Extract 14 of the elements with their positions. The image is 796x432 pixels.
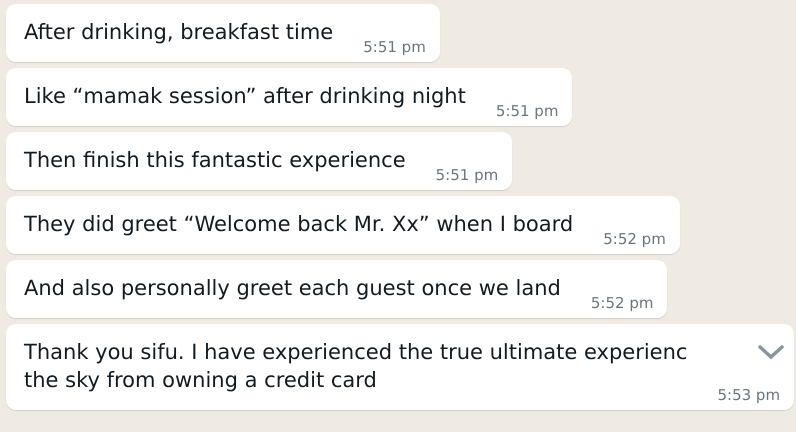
message-text: Thank you sifu. I have experienced the true ultimate experienc	[24, 339, 688, 366]
message-time: 5:53 pm	[717, 386, 780, 404]
message-text: They did greet “Welcome back Mr. Xx” when I board	[24, 211, 574, 238]
message-text: And also personally greet each guest once we land	[24, 275, 561, 302]
message-text: Like “mamak session” after drinking night	[24, 83, 466, 110]
message-time: 5:52 pm	[590, 294, 654, 312]
chevron-down-icon	[758, 344, 784, 360]
message-text: After drinking, breakfast time	[24, 19, 334, 46]
message-time: 5:51 pm	[496, 102, 558, 120]
message-time: 5:52 pm	[603, 230, 666, 248]
message-time: 5:51 pm	[436, 166, 498, 184]
message-text: Then finish this fantastic experience	[24, 147, 406, 174]
message-time: 5:51 pm	[363, 38, 426, 56]
message-text: the sky from owning a credit card	[24, 367, 378, 394]
